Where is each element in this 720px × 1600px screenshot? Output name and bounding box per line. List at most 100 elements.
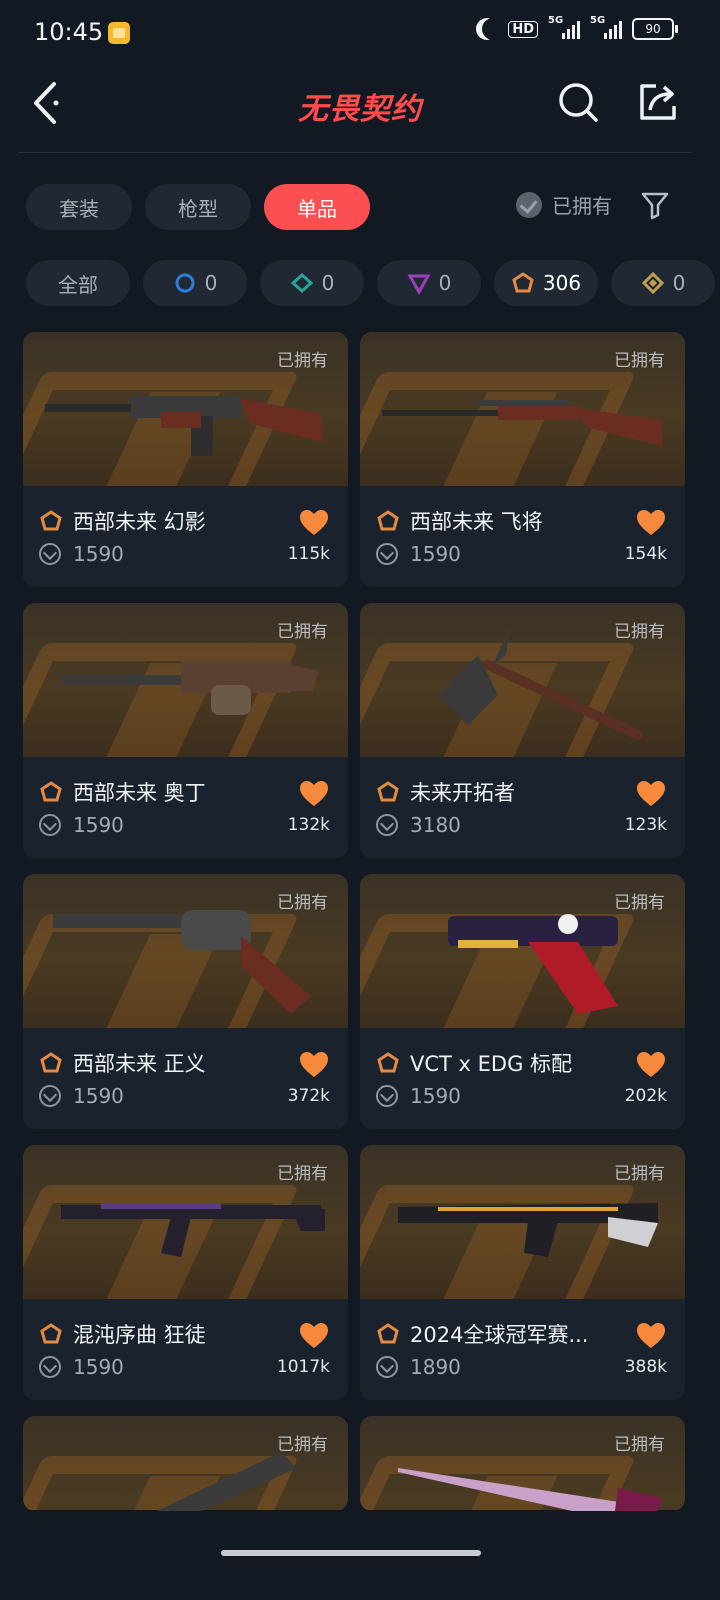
tab-single-items[interactable]: 单品 bbox=[264, 184, 370, 230]
exclusive-tier-icon bbox=[512, 272, 534, 293]
tab-weapon-types[interactable]: 枪型 bbox=[145, 184, 251, 230]
filter-icon[interactable] bbox=[640, 190, 670, 220]
exclusive-tier-icon bbox=[40, 1052, 62, 1073]
signal-icon-2: 5G bbox=[590, 15, 622, 39]
heart-icon[interactable] bbox=[300, 781, 328, 807]
valorant-points-icon bbox=[39, 1356, 61, 1378]
valorant-points-icon bbox=[376, 543, 398, 565]
skin-name: 西部未来 飞将 bbox=[410, 510, 543, 534]
skin-card[interactable]: 已拥有 未来开拓者 3180 123k bbox=[360, 603, 685, 858]
machinegun-icon bbox=[61, 661, 319, 715]
exclusive-tier-icon bbox=[40, 781, 62, 802]
exclusive-tier-icon bbox=[377, 781, 399, 802]
smg-icon bbox=[398, 1203, 658, 1257]
heart-icon[interactable] bbox=[300, 1052, 328, 1078]
tier-ultra[interactable]: 0 bbox=[611, 260, 715, 306]
skin-name: 西部未来 幻影 bbox=[73, 510, 206, 534]
share-icon[interactable] bbox=[636, 80, 680, 124]
likes-count: 372k bbox=[287, 1086, 330, 1106]
tier-deluxe[interactable]: 0 bbox=[260, 260, 364, 306]
heart-icon[interactable] bbox=[637, 510, 665, 536]
select-tier-icon bbox=[175, 273, 195, 293]
owned-tag: 已拥有 bbox=[277, 1164, 328, 1184]
skin-card[interactable]: 已拥有 VCT x EDG 标配 1590 202k bbox=[360, 874, 685, 1129]
do-not-disturb-icon bbox=[482, 18, 504, 40]
rarity-filter-row: 全部 0 0 0 306 0 bbox=[26, 260, 715, 306]
skin-name: 混沌序曲 狂徒 bbox=[73, 1323, 206, 1347]
skin-name: 西部未来 正义 bbox=[73, 1052, 206, 1076]
owned-only-toggle[interactable]: 已拥有 bbox=[516, 190, 612, 219]
sniper-icon bbox=[382, 400, 662, 446]
skin-card[interactable]: 已拥有 bbox=[360, 1416, 685, 1511]
owned-tag: 已拥有 bbox=[614, 1435, 665, 1455]
skin-price: 1590 bbox=[73, 813, 124, 837]
heart-icon[interactable] bbox=[637, 781, 665, 807]
skin-card[interactable]: 已拥有 西部未来 飞将 1590 154k bbox=[360, 332, 685, 587]
assault-rifle-icon bbox=[61, 1203, 325, 1257]
valorant-points-icon bbox=[376, 1085, 398, 1107]
category-tabs: 套装 枪型 单品 bbox=[26, 184, 370, 230]
owned-only-label: 已拥有 bbox=[552, 194, 612, 218]
home-indicator[interactable] bbox=[221, 1550, 481, 1556]
tab-bundles[interactable]: 套装 bbox=[26, 184, 132, 230]
revolver-icon bbox=[53, 910, 311, 1014]
skin-name: 西部未来 奥丁 bbox=[73, 781, 206, 805]
battery-icon: 90 bbox=[632, 18, 678, 40]
skin-price: 1590 bbox=[410, 1084, 461, 1108]
skin-card[interactable]: 已拥有 2024全球冠军赛... 1890 388k bbox=[360, 1145, 685, 1400]
skin-card[interactable]: 已拥有 西部未来 正义 1590 372k bbox=[23, 874, 348, 1129]
skin-card[interactable]: 已拥有 西部未来 幻影 1590 115k bbox=[23, 332, 348, 587]
app-header: 无畏契约 bbox=[0, 66, 720, 154]
owned-tag: 已拥有 bbox=[614, 351, 665, 371]
heart-icon[interactable] bbox=[637, 1323, 665, 1349]
skin-price: 3180 bbox=[410, 813, 461, 837]
tier-premium[interactable]: 0 bbox=[377, 260, 481, 306]
owned-tag: 已拥有 bbox=[277, 351, 328, 371]
owned-tag: 已拥有 bbox=[277, 893, 328, 913]
skin-price: 1890 bbox=[410, 1355, 461, 1379]
valorant-points-icon bbox=[39, 543, 61, 565]
deluxe-tier-icon bbox=[290, 272, 313, 294]
exclusive-tier-icon bbox=[40, 510, 62, 531]
search-icon[interactable] bbox=[556, 80, 600, 124]
skin-price: 1590 bbox=[73, 1084, 124, 1108]
tier-all[interactable]: 全部 bbox=[26, 260, 130, 306]
exclusive-tier-icon bbox=[377, 1323, 399, 1344]
skin-card[interactable]: 已拥有 西部未来 奥丁 1590 132k bbox=[23, 603, 348, 858]
likes-count: 132k bbox=[287, 815, 330, 835]
rifle-icon bbox=[45, 396, 323, 456]
page-title: 无畏契约 bbox=[298, 92, 422, 127]
likes-count: 202k bbox=[624, 1086, 667, 1106]
owned-tag: 已拥有 bbox=[277, 1435, 328, 1455]
likes-count: 115k bbox=[287, 544, 330, 564]
heart-icon[interactable] bbox=[300, 510, 328, 536]
valorant-points-icon bbox=[39, 1085, 61, 1107]
valorant-points-icon bbox=[376, 1356, 398, 1378]
check-icon bbox=[516, 191, 542, 218]
skin-card[interactable]: 已拥有 混沌序曲 狂徒 1590 1017k bbox=[23, 1145, 348, 1400]
status-bar: 10:45 HD 5G 5G 90 bbox=[0, 0, 720, 66]
skin-name: VCT x EDG 标配 bbox=[410, 1052, 573, 1076]
tier-select[interactable]: 0 bbox=[143, 260, 247, 306]
owned-tag: 已拥有 bbox=[277, 622, 328, 642]
skin-price: 1590 bbox=[410, 542, 461, 566]
likes-count: 388k bbox=[624, 1357, 667, 1377]
skin-price: 1590 bbox=[73, 1355, 124, 1379]
owned-tag: 已拥有 bbox=[614, 893, 665, 913]
tier-exclusive[interactable]: 306 bbox=[494, 260, 598, 306]
hd-voice-icon: HD bbox=[508, 20, 538, 38]
likes-count: 1017k bbox=[276, 1357, 330, 1377]
pistol-icon bbox=[448, 914, 618, 1014]
header-divider bbox=[18, 152, 692, 153]
skin-name: 未来开拓者 bbox=[410, 781, 515, 805]
heart-icon[interactable] bbox=[637, 1052, 665, 1078]
owned-tag: 已拥有 bbox=[614, 622, 665, 642]
likes-count: 123k bbox=[624, 815, 667, 835]
ultra-tier-icon bbox=[641, 271, 664, 295]
valorant-points-icon bbox=[376, 814, 398, 836]
skin-card[interactable]: 已拥有 bbox=[23, 1416, 348, 1511]
exclusive-tier-icon bbox=[40, 1323, 62, 1344]
heart-icon[interactable] bbox=[300, 1323, 328, 1349]
skin-price: 1590 bbox=[73, 542, 124, 566]
clock: 10:45 bbox=[34, 18, 104, 46]
